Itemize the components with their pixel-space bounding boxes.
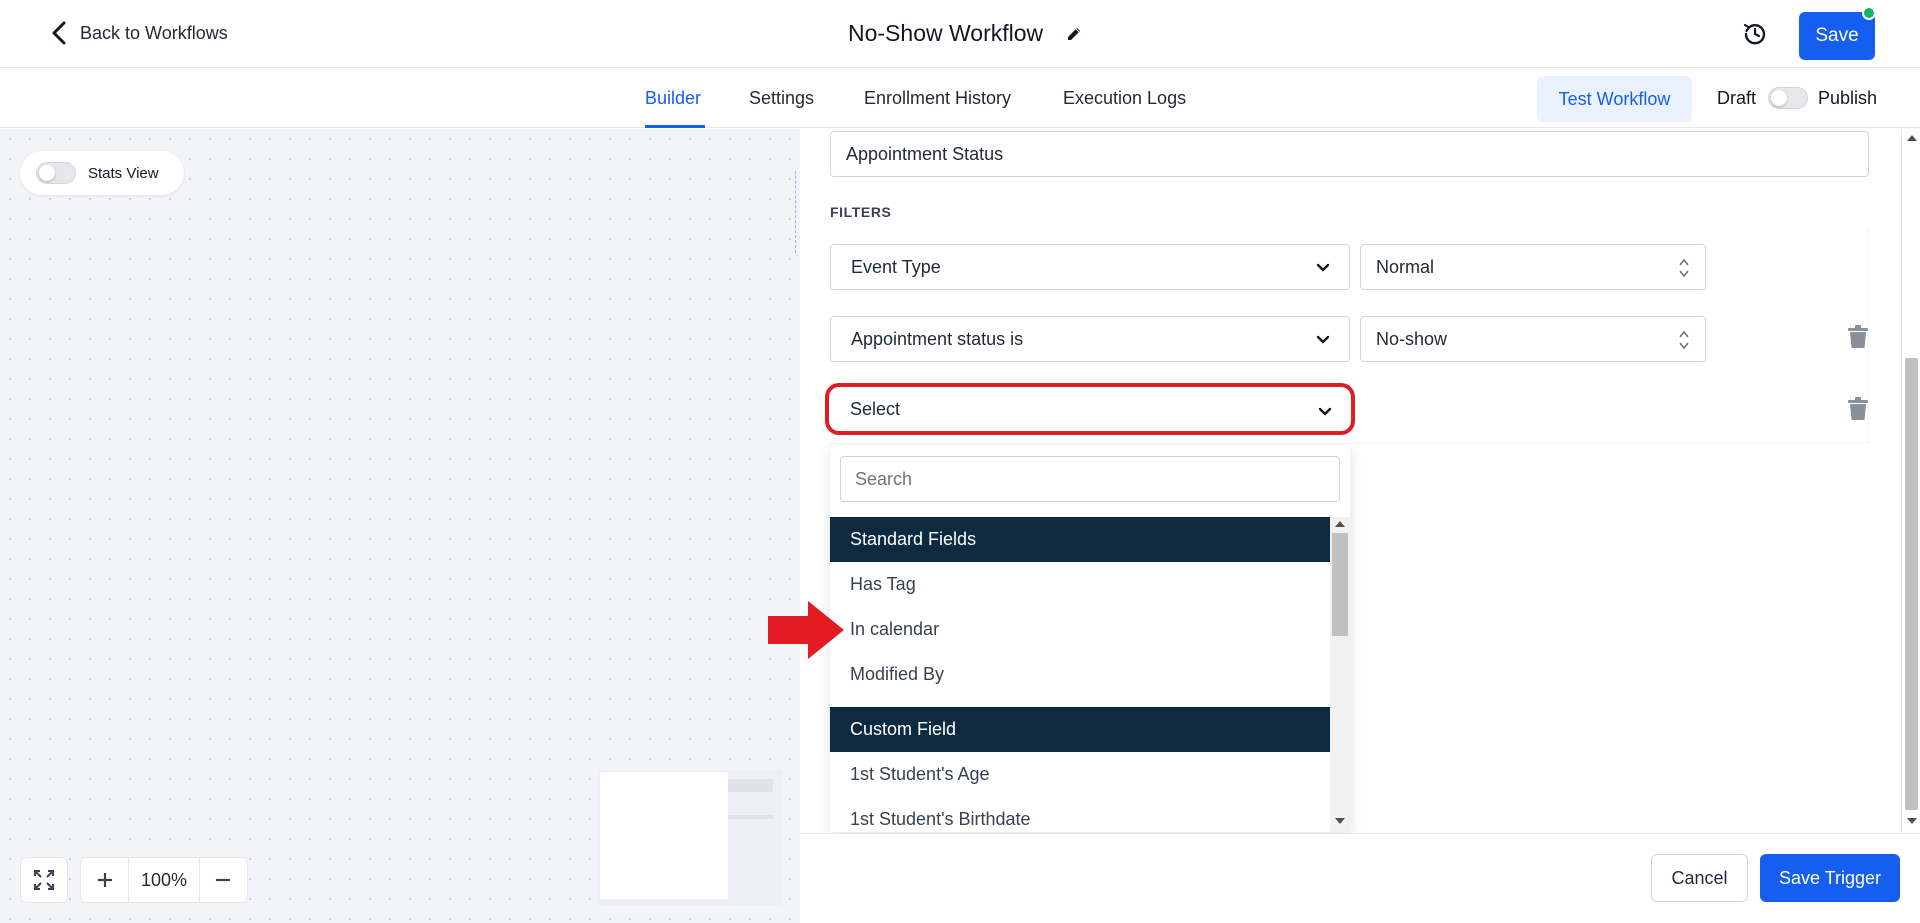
scroll-up-arrow[interactable] [1335, 521, 1345, 527]
red-arrow-icon [768, 601, 844, 659]
dropdown-scrollbar[interactable] [1330, 517, 1350, 832]
test-workflow-button[interactable]: Test Workflow [1537, 76, 1692, 122]
panel-scrollbar[interactable] [1901, 129, 1920, 833]
workflow-title: No-Show Workflow [848, 20, 1083, 47]
option-1st-student-age[interactable]: 1st Student's Age [830, 752, 1330, 797]
filter-value-text: Normal [1376, 256, 1435, 277]
scroll-down-arrow[interactable] [1907, 818, 1917, 824]
top-bar: Back to Workflows No-Show Workflow Save [0, 0, 1920, 68]
fit-view-button[interactable] [20, 857, 68, 903]
publish-label: Publish [1818, 88, 1878, 108]
filter-value-select[interactable]: No-show [1360, 316, 1706, 362]
pencil-icon[interactable] [1065, 25, 1083, 43]
chevron-down-icon [1316, 335, 1330, 344]
tab-settings[interactable]: Settings [749, 88, 814, 109]
option-in-calendar[interactable]: In calendar [830, 607, 1330, 652]
chevron-left-icon [52, 21, 66, 45]
trash-icon[interactable] [1847, 325, 1869, 349]
workflow-canvas[interactable]: Stats View 100% [0, 129, 800, 923]
chevron-down-icon [1316, 263, 1330, 272]
option-modified-by[interactable]: Modified By [830, 652, 1330, 697]
stats-view-label: Stats View [88, 164, 159, 182]
new-filter-select[interactable]: Select [825, 383, 1355, 435]
active-tab-indicator [645, 125, 705, 128]
option-1st-student-birthdate[interactable]: 1st Student's Birthdate [830, 797, 1330, 832]
filter-value-text: No-show [1376, 328, 1448, 349]
stats-view-pill: Stats View [20, 151, 184, 195]
minimap-node [728, 815, 773, 819]
dropdown-search-input[interactable] [840, 456, 1340, 502]
save-button[interactable]: Save [1799, 12, 1875, 60]
trigger-name-field[interactable]: Appointment Status [830, 131, 1869, 177]
filters-heading: FILTERS [830, 204, 892, 220]
sort-updown-icon [1679, 258, 1689, 278]
scroll-thumb[interactable] [1905, 358, 1918, 810]
tab-execution-logs[interactable]: Execution Logs [1063, 88, 1186, 109]
minimap-node [728, 779, 773, 792]
zoom-level: 100% [128, 858, 200, 902]
workflow-title-text: No-Show Workflow [848, 20, 1044, 46]
filter-field-select[interactable]: Event Type [830, 244, 1350, 290]
status-dot [1862, 6, 1876, 20]
minimap-viewport [600, 772, 728, 899]
panel-footer [800, 833, 1920, 923]
history-icon[interactable] [1740, 19, 1770, 49]
plus-icon [97, 873, 112, 887]
tab-enrollment-history[interactable]: Enrollment History [864, 88, 1011, 109]
publish-toggle[interactable] [1768, 87, 1808, 109]
scroll-up-arrow[interactable] [1907, 135, 1917, 141]
scroll-down-arrow[interactable] [1335, 818, 1345, 824]
filter-field-value: Event Type [851, 256, 941, 277]
filter-field-select[interactable]: Appointment status is [830, 316, 1350, 362]
trash-icon[interactable] [1847, 397, 1869, 421]
back-label: Back to Workflows [80, 22, 228, 43]
option-group-header: Custom Field [830, 707, 1330, 752]
back-to-workflows-link[interactable]: Back to Workflows [50, 20, 228, 46]
tab-builder[interactable]: Builder [645, 88, 701, 109]
filter-field-value: Appointment status is [851, 328, 1024, 349]
zoom-in-button[interactable] [81, 858, 128, 902]
option-group-header: Standard Fields [830, 517, 1330, 562]
sort-updown-icon [1679, 330, 1689, 350]
scroll-thumb[interactable] [1332, 533, 1348, 636]
minus-icon [216, 878, 231, 882]
dropdown-options: Standard Fields Has Tag In calendar Modi… [830, 517, 1330, 832]
draft-label: Draft [1717, 88, 1757, 108]
toggle-knob [39, 165, 55, 181]
toggle-knob [1771, 90, 1787, 106]
chevron-down-icon [1318, 407, 1332, 416]
option-has-tag[interactable]: Has Tag [830, 562, 1330, 607]
filter-value-select[interactable]: Normal [1360, 244, 1706, 290]
zoom-out-button[interactable] [200, 858, 247, 902]
zoom-controls: 100% [80, 857, 248, 903]
tabs-bar: Builder Settings Enrollment History Exec… [0, 68, 1920, 128]
cancel-button[interactable]: Cancel [1651, 854, 1748, 902]
filter-field-dropdown: Standard Fields Has Tag In calendar Modi… [830, 446, 1350, 832]
new-filter-placeholder: Select [850, 398, 901, 419]
save-trigger-button[interactable]: Save Trigger [1760, 854, 1900, 902]
minimap[interactable] [598, 770, 782, 905]
stats-view-toggle[interactable] [36, 162, 76, 184]
expand-icon [34, 870, 54, 890]
